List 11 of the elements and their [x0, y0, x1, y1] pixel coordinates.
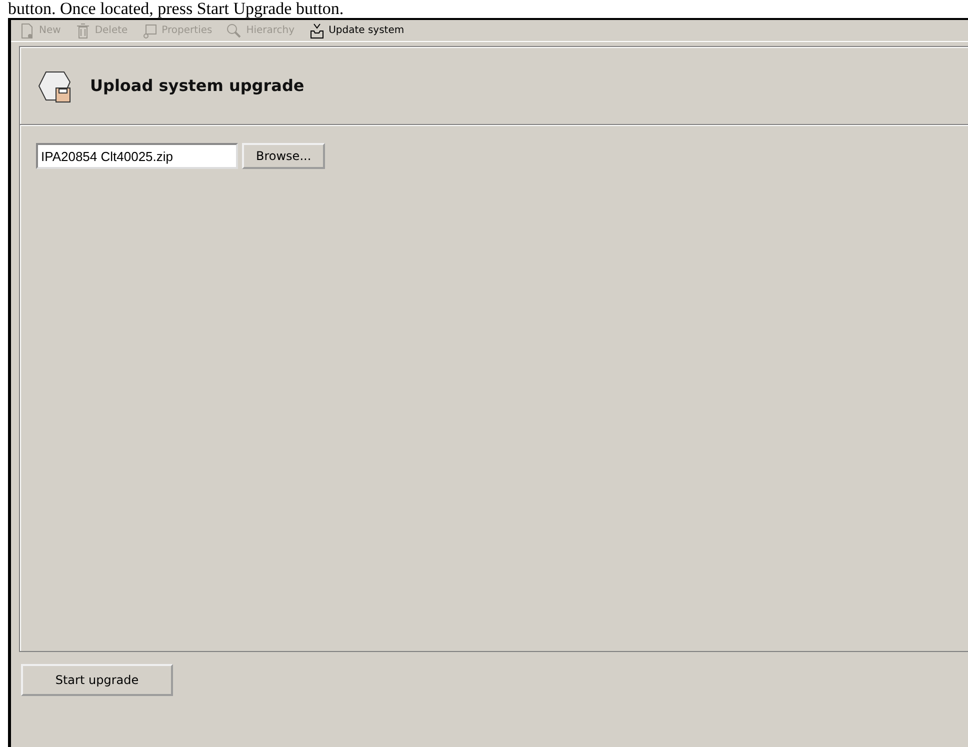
search-icon: [226, 22, 242, 38]
tray-arrow-icon: [308, 22, 325, 38]
window-icon: [142, 22, 158, 38]
page-title: Upload system upgrade: [90, 74, 304, 96]
start-upgrade-button[interactable]: Start upgrade: [21, 664, 173, 696]
trash-icon: [74, 22, 91, 38]
instruction-text: button. Once located, press Start Upgrade button.: [7, 0, 345, 18]
toolbar-button[interactable]: Update system: [308, 22, 404, 38]
page-icon: [19, 22, 35, 38]
browse-button[interactable]: Browse...: [242, 143, 326, 169]
file-field[interactable]: IPA20854 Clt40025.zip: [36, 143, 238, 169]
